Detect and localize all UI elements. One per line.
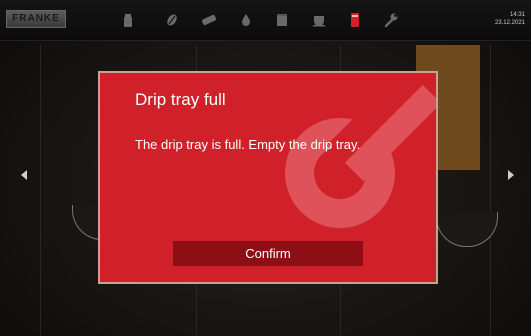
next-page-button[interactable] — [508, 170, 514, 180]
grounds-bin-icon[interactable] — [274, 12, 290, 28]
top-bar: FRANKE 14:31 23.12.2021 — [0, 0, 531, 41]
column-divider — [40, 45, 41, 335]
wrench-watermark-icon — [285, 84, 436, 228]
previous-page-button[interactable] — [21, 170, 27, 180]
clock: 14:31 23.12.2021 — [495, 11, 525, 27]
bean-container-icon[interactable] — [120, 12, 136, 28]
wrench-icon[interactable] — [383, 12, 399, 28]
brand-logo: FRANKE — [6, 10, 66, 28]
clock-time: 14:31 — [509, 12, 525, 18]
clock-date: 23.12.2021 — [494, 20, 525, 26]
milk-icon[interactable] — [201, 12, 217, 28]
drip-tray-full-dialog: Drip tray full The drip tray is full. Em… — [98, 71, 438, 284]
drip-tray-icon[interactable] — [347, 12, 363, 28]
dialog-message: The drip tray is full. Empty the drip tr… — [135, 137, 361, 152]
water-drop-icon[interactable] — [238, 12, 254, 28]
coffee-bean-icon[interactable] — [164, 12, 180, 28]
column-divider — [490, 45, 491, 335]
coffee-machine-screen: FRANKE 14:31 23.12.2021 Drip tray full T… — [0, 0, 531, 336]
cup-image — [436, 212, 498, 247]
dialog-title: Drip tray full — [135, 90, 226, 109]
cup-icon[interactable] — [311, 12, 327, 28]
confirm-button[interactable]: Confirm — [173, 241, 363, 266]
